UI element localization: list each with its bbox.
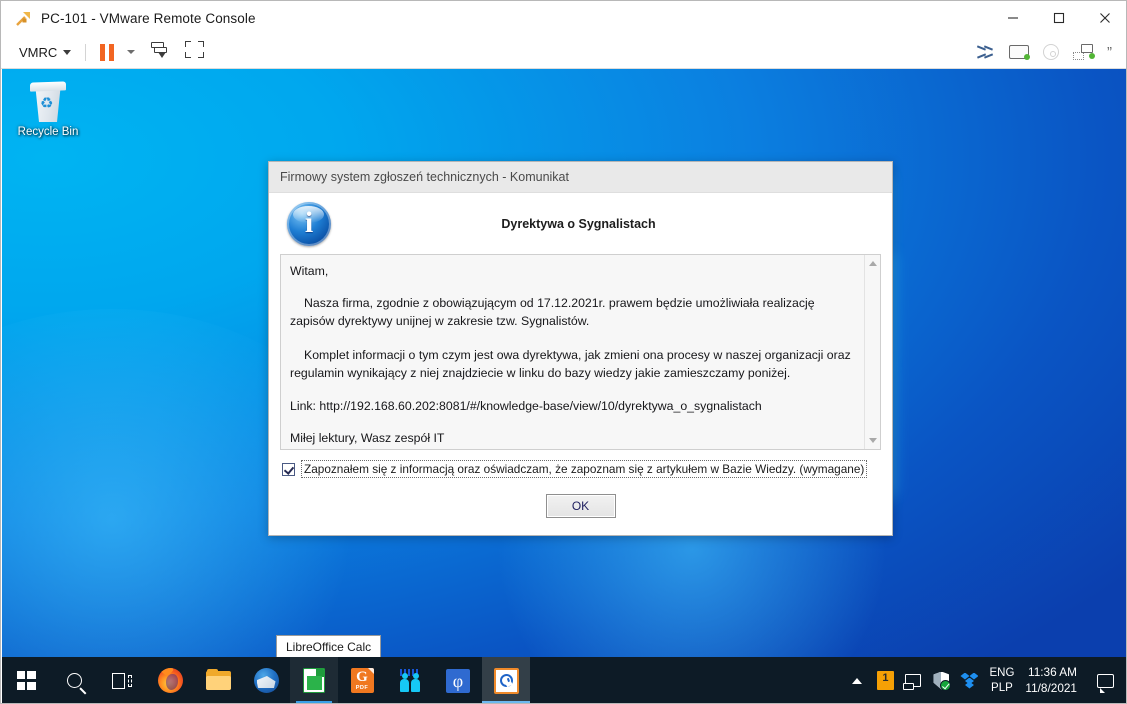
taskbar-ticket-app[interactable]: [482, 657, 530, 703]
recycle-symbol-icon: ♻: [40, 95, 54, 112]
fullscreen-button[interactable]: [185, 41, 207, 63]
search-button[interactable]: [50, 657, 98, 703]
taskbar-file-explorer[interactable]: [194, 657, 242, 703]
vmware-remote-console-window: PC-101 - VMware Remote Console VMRC ” ♻ …: [0, 0, 1127, 704]
notifications-icon: [1096, 673, 1114, 693]
tray-badge[interactable]: 1: [871, 657, 899, 703]
vmware-remote-console-icon: [14, 10, 32, 28]
connected-indicator: [1089, 53, 1095, 59]
windows-defender-shield-icon[interactable]: [927, 657, 955, 703]
ticket-app-icon: [493, 667, 519, 694]
dialog-titlebar: Firmowy system zgłoszeń technicznych - K…: [269, 162, 892, 193]
connected-indicator: [1024, 54, 1030, 60]
vmrc-menu-label: VMRC: [19, 44, 58, 60]
maximize-button[interactable]: [1036, 1, 1082, 35]
send-ctrl-alt-delete-button[interactable]: [149, 41, 171, 63]
ok-button[interactable]: OK: [545, 494, 616, 519]
scroll-up-arrow-icon[interactable]: [869, 261, 877, 267]
info-icon-glyph: i: [304, 205, 314, 239]
gpdf-reader-icon: G PDF: [350, 668, 374, 693]
clock-time: 11:36 AM: [1028, 665, 1077, 680]
search-icon: [66, 673, 82, 688]
guest-desktop[interactable]: ♻ Recycle Bin Firmowy system zgłoszeń te…: [2, 69, 1126, 703]
network-monitor-icon[interactable]: [899, 657, 927, 703]
recycle-bin-icon: ♻: [28, 81, 68, 123]
corner-tr-icon: [198, 41, 205, 47]
taskbar-pdf-reader[interactable]: G PDF: [338, 657, 386, 703]
info-icon: i: [287, 201, 331, 246]
message-textarea[interactable]: Witam, Nasza firma, zgodnie z obowiązują…: [280, 254, 881, 451]
window-title: PC-101 - VMware Remote Console: [41, 11, 256, 26]
message-paragraph: Witam,: [290, 264, 329, 279]
acknowledgement-checkbox[interactable]: [282, 462, 295, 476]
language-bottom: PLP: [991, 681, 1013, 694]
file-explorer-icon: [205, 668, 231, 690]
taskbar-phi-app[interactable]: φ: [434, 657, 482, 703]
window-titlebar: PC-101 - VMware Remote Console: [1, 1, 1126, 36]
pause-icon-bar-left: [100, 43, 106, 61]
start-button[interactable]: [2, 657, 50, 703]
window-controls: [990, 1, 1126, 36]
send-keys-icon[interactable]: [977, 45, 995, 59]
taskbar-mail[interactable]: [242, 657, 290, 703]
pause-button[interactable]: [96, 42, 118, 63]
pause-icon-bar-right: [109, 43, 115, 61]
dialog-heading: Dyrektywa o Sygnalistach: [501, 216, 656, 231]
dropbox-icon[interactable]: [955, 657, 983, 703]
desktop-icon-label: Recycle Bin: [17, 126, 79, 138]
task-view-icon: [112, 672, 132, 689]
scroll-down-arrow-icon[interactable]: [869, 438, 877, 444]
message-link-line[interactable]: Link: http://192.168.60.202:8081/#/knowl…: [290, 398, 854, 416]
dialog-footer: OK: [269, 477, 892, 535]
komunikat-dialog: Firmowy system zgłoszeń technicznych - K…: [268, 161, 893, 536]
tray-badge-count: 1: [876, 671, 894, 690]
language-top: ENG: [989, 666, 1015, 679]
taskbar-firefox[interactable]: [146, 657, 194, 703]
desktop-icon-recycle-bin[interactable]: ♻ Recycle Bin: [12, 81, 84, 138]
windows-logo-icon: [16, 671, 36, 690]
acknowledgement-checkbox-row[interactable]: Zapoznałem się z informacją oraz oświadc…: [280, 460, 881, 479]
arrow-down-icon: [158, 52, 167, 58]
message-paragraph: Komplet informacji o tym czym jest owa d…: [290, 347, 851, 380]
libreoffice-calc-icon: [303, 668, 325, 693]
close-button[interactable]: [1082, 1, 1126, 35]
corner-br-icon: [198, 52, 205, 58]
corner-bl-icon: [185, 52, 192, 58]
clock[interactable]: 11:36 AM 11/8/2021: [1023, 665, 1091, 696]
chevron-down-icon: [63, 49, 72, 55]
dialog-body: Witam, Nasza firma, zgodnie z obowiązują…: [269, 254, 892, 479]
usb-device-icon[interactable]: ”: [1107, 45, 1112, 60]
vmrc-menu-button[interactable]: VMRC: [15, 42, 75, 63]
removable-disk-icon[interactable]: [1009, 45, 1030, 60]
toolbar-device-icons: ”: [977, 44, 1126, 60]
show-hidden-icons-button[interactable]: [843, 657, 871, 703]
taskbar: G PDF φ 1 ENG PLP 11:36 AM 11/8/2021: [2, 657, 1126, 703]
power-options-dropdown-icon[interactable]: [127, 50, 136, 54]
language-indicator[interactable]: ENG PLP: [983, 666, 1023, 695]
message-paragraph: Nasza firma, zgodnie z obowiązującym od …: [290, 296, 815, 328]
message-text: Witam, Nasza firma, zgodnie z obowiązują…: [281, 255, 880, 449]
task-view-button[interactable]: [98, 657, 146, 703]
message-paragraph: Miłej lektury, Wasz zespół IT: [290, 431, 445, 446]
people-icon: [397, 669, 423, 692]
vmrc-toolbar: VMRC ”: [1, 36, 1126, 69]
dialog-title: Firmowy system zgłoszeń technicznych - K…: [280, 169, 569, 184]
message-scrollbar[interactable]: [864, 255, 880, 450]
phi-app-icon: φ: [446, 668, 470, 693]
network-adapter-icon[interactable]: [1073, 44, 1095, 60]
firefox-icon: [157, 668, 183, 693]
toolbar-separator: [85, 43, 87, 61]
mail-globe-icon: [253, 668, 279, 693]
acknowledgement-checkbox-label[interactable]: Zapoznałem się z informacją oraz oświadc…: [300, 460, 868, 479]
system-tray: 1 ENG PLP 11:36 AM 11/8/2021: [843, 657, 1126, 703]
clock-date: 11/8/2021: [1025, 680, 1077, 695]
taskbar-people[interactable]: [386, 657, 434, 703]
show-hidden-icons-icon: [852, 677, 863, 684]
corner-tl-icon: [185, 41, 192, 47]
action-center-button[interactable]: [1091, 657, 1119, 703]
minimize-button[interactable]: [990, 1, 1036, 35]
dialog-header: i Dyrektywa o Sygnalistach: [269, 193, 892, 254]
cd-dvd-icon[interactable]: [1043, 44, 1059, 60]
taskbar-libreoffice-calc[interactable]: [290, 657, 338, 703]
